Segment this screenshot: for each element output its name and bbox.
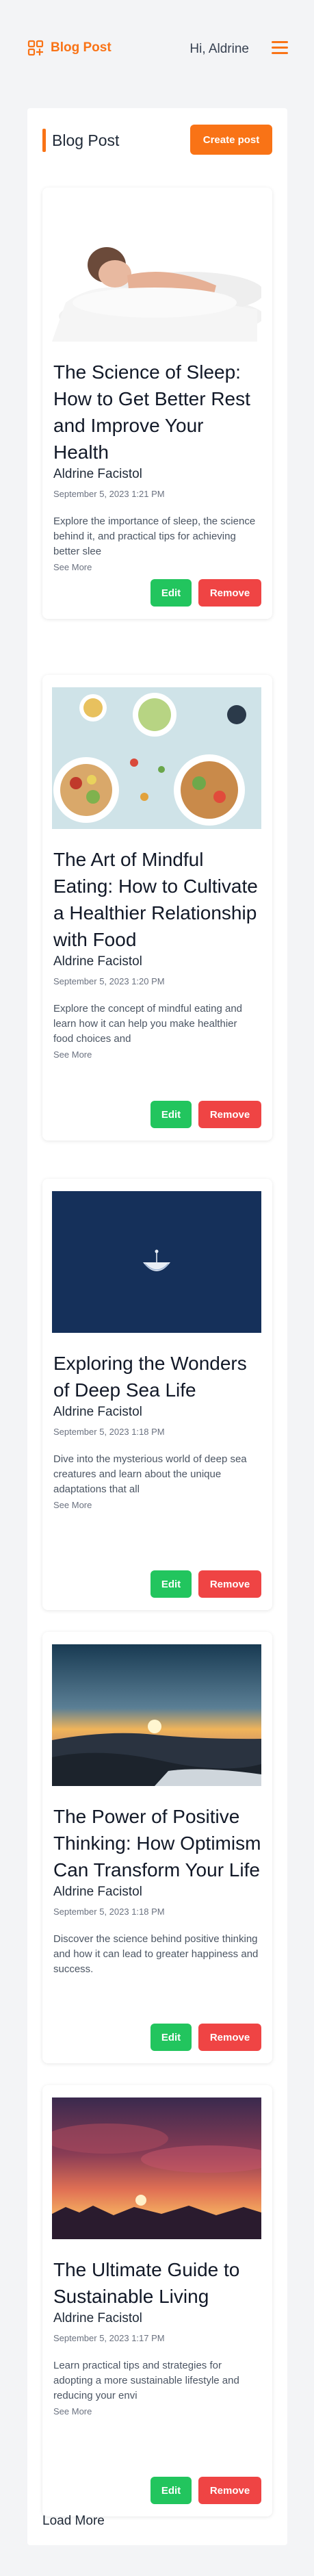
edit-button[interactable]: Edit [151, 2024, 192, 2051]
page-title: Blog Post [52, 131, 120, 149]
post-title[interactable]: The Science of Sleep: How to Get Better … [53, 359, 261, 466]
post-card: The Science of Sleep: How to Get Better … [42, 188, 272, 619]
see-more-link[interactable]: See More [53, 562, 92, 572]
edit-button[interactable]: Edit [151, 579, 192, 607]
post-title[interactable]: The Power of Positive Thinking: How Opti… [53, 1803, 261, 1883]
blog-panel: Blog Post Create post The Science of Sle… [27, 108, 287, 2545]
load-more-button[interactable]: Load More [42, 2514, 105, 2529]
post-author: Aldrine Facistol [53, 1405, 142, 1419]
see-more-link[interactable]: See More [53, 1049, 92, 1060]
post-excerpt: Explore the concept of mindful eating an… [53, 1003, 243, 1045]
hamburger-icon[interactable] [272, 41, 288, 55]
post-date: September 5, 2023 1:20 PM [53, 976, 165, 986]
edit-button[interactable]: Edit [151, 1101, 192, 1128]
remove-button[interactable]: Remove [198, 579, 261, 607]
edit-button[interactable]: Edit [151, 1570, 192, 1598]
post-actions: Edit Remove [151, 1101, 261, 1128]
post-image-sunset-sky [52, 2097, 261, 2239]
remove-button[interactable]: Remove [198, 1101, 261, 1128]
post-author: Aldrine Facistol [53, 2311, 142, 2325]
post-title[interactable]: The Ultimate Guide to Sustainable Living [53, 2256, 261, 2310]
post-excerpt: Learn practical tips and strategies for … [53, 2360, 239, 2401]
remove-button[interactable]: Remove [198, 2477, 261, 2504]
post-card: The Ultimate Guide to Sustainable Living… [42, 2085, 272, 2516]
post-excerpt: Dive into the mysterious world of deep s… [53, 1453, 247, 1495]
edit-button[interactable]: Edit [151, 2477, 192, 2504]
post-author: Aldrine Facistol [53, 467, 142, 481]
post-author: Aldrine Facistol [53, 954, 142, 969]
user-greeting: Hi, Aldrine [189, 42, 249, 56]
remove-button[interactable]: Remove [198, 1570, 261, 1598]
post-author: Aldrine Facistol [53, 1885, 142, 1899]
post-image-food [52, 687, 261, 829]
create-post-button[interactable]: Create post [190, 125, 272, 155]
post-card: Exploring the Wonders of Deep Sea Life A… [42, 1179, 272, 1610]
brand[interactable]: Blog Post [27, 40, 112, 56]
post-title[interactable]: The Art of Mindful Eating: How to Cultiv… [53, 846, 261, 953]
post-image-sleep [52, 200, 261, 342]
post-card: The Power of Positive Thinking: How Opti… [42, 1632, 272, 2063]
see-more-link[interactable]: See More [53, 2406, 92, 2416]
post-date: September 5, 2023 1:21 PM [53, 489, 165, 499]
post-card: The Art of Mindful Eating: How to Cultiv… [42, 675, 272, 1140]
title-accent-bar [42, 129, 46, 152]
post-actions: Edit Remove [151, 1570, 261, 1598]
post-image-sunrise-mountain [52, 1644, 261, 1786]
post-date: September 5, 2023 1:18 PM [53, 1427, 165, 1437]
top-nav: Blog Post Hi, Aldrine [0, 0, 314, 103]
see-more-link[interactable]: See More [53, 1500, 92, 1510]
brand-name: Blog Post [51, 40, 112, 55]
post-actions: Edit Remove [151, 2024, 261, 2051]
post-excerpt: Explore the importance of sleep, the sci… [53, 515, 256, 557]
post-image-deep-sea [52, 1191, 261, 1333]
post-title[interactable]: Exploring the Wonders of Deep Sea Life [53, 1350, 261, 1403]
post-excerpt: Discover the science behind positive thi… [53, 1933, 259, 1975]
blog-grid-icon [27, 40, 44, 56]
panel-header: Blog Post Create post [42, 123, 272, 156]
post-date: September 5, 2023 1:17 PM [53, 2333, 165, 2343]
post-actions: Edit Remove [151, 2477, 261, 2504]
remove-button[interactable]: Remove [198, 2024, 261, 2051]
post-date: September 5, 2023 1:18 PM [53, 1907, 165, 1917]
post-actions: Edit Remove [151, 579, 261, 607]
